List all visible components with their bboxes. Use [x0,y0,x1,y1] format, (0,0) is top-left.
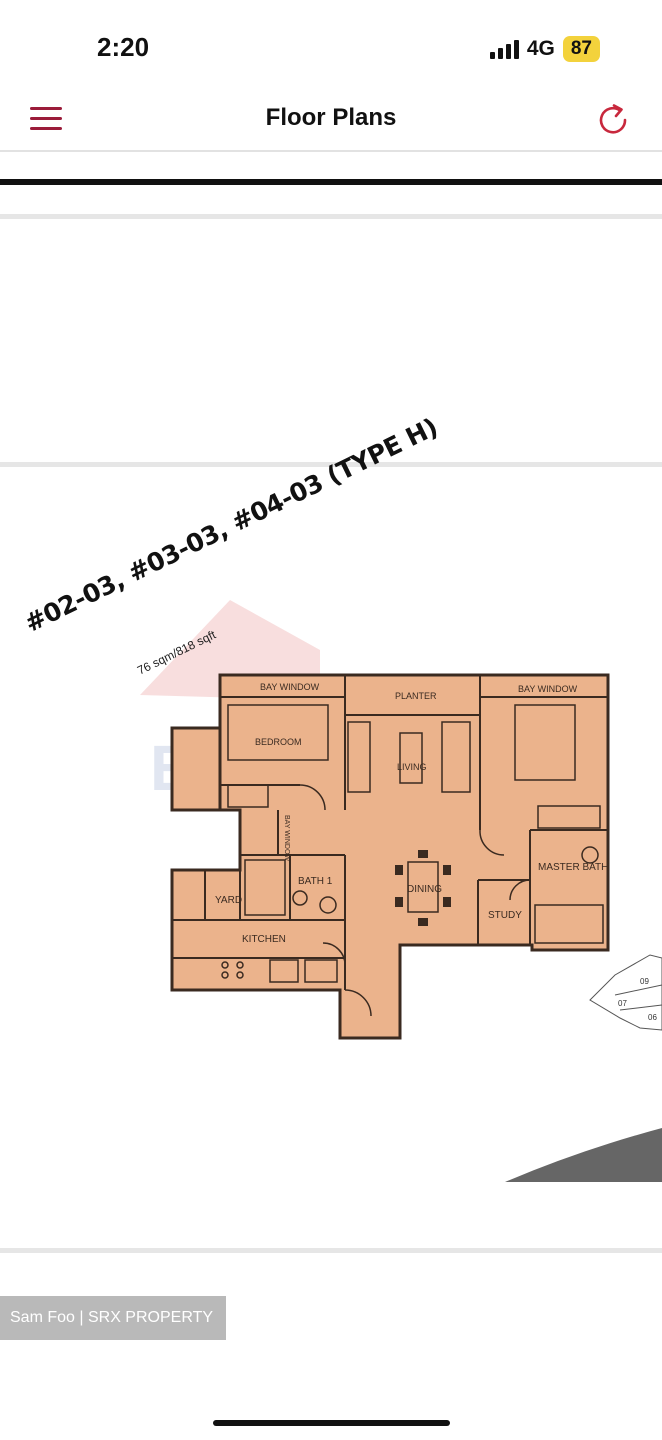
room-label: MASTER BATH [538,862,608,873]
compass-arc [505,1128,662,1182]
agent-credit-badge: Sam Foo | SRX PROPERTY [0,1296,226,1340]
page-title: Floor Plans [265,104,397,131]
room-label: BAY WINDOW [260,682,320,692]
cellular-signal-icon [489,39,519,59]
key-plan-label: 07 [618,999,627,1008]
status-time: 2:20 [97,32,150,62]
room-label: KITCHEN [242,934,286,945]
room-label: PLANTER [395,691,437,701]
room-label: BAY WINDOW [518,684,578,694]
refresh-icon[interactable] [594,100,634,140]
network-type: 4G [526,37,555,60]
room-label: BEDROOM [255,737,302,747]
divider [0,1248,662,1253]
status-indicators: 4G 87 [489,36,600,62]
status-bar: 2:20 4G 87 [0,0,662,88]
room-label: YARD [215,895,242,906]
room-label: BAY WINDOW [283,815,290,861]
divider [0,179,662,185]
battery-badge: 87 [562,36,600,62]
room-label: STUDY [488,910,522,921]
room-label: DINING [407,884,442,895]
divider [0,214,662,219]
nav-bar: Floor Plans [0,88,662,152]
room-label: BATH 1 [298,876,333,887]
home-indicator[interactable] [213,1420,450,1426]
key-plan-label: 09 [640,977,649,986]
room-label: LIVING [397,762,427,772]
key-plan-label: 06 [648,1013,657,1022]
